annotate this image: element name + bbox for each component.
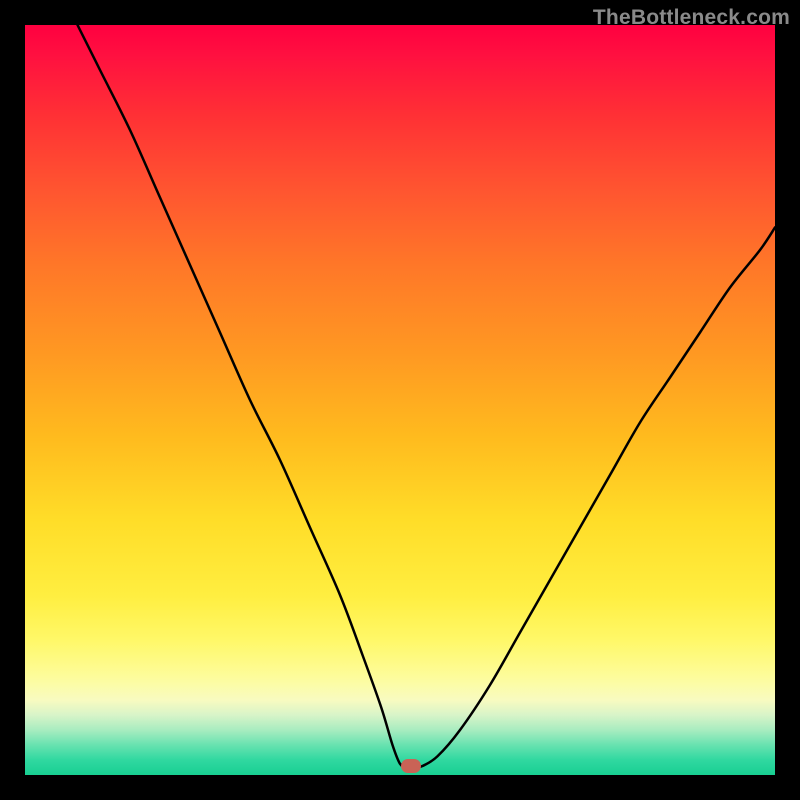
plot-area <box>25 25 775 775</box>
bottleneck-curve <box>78 25 776 768</box>
bottleneck-chart: TheBottleneck.com <box>0 0 800 800</box>
optimal-point-marker <box>401 759 421 773</box>
curve-svg <box>25 25 775 775</box>
